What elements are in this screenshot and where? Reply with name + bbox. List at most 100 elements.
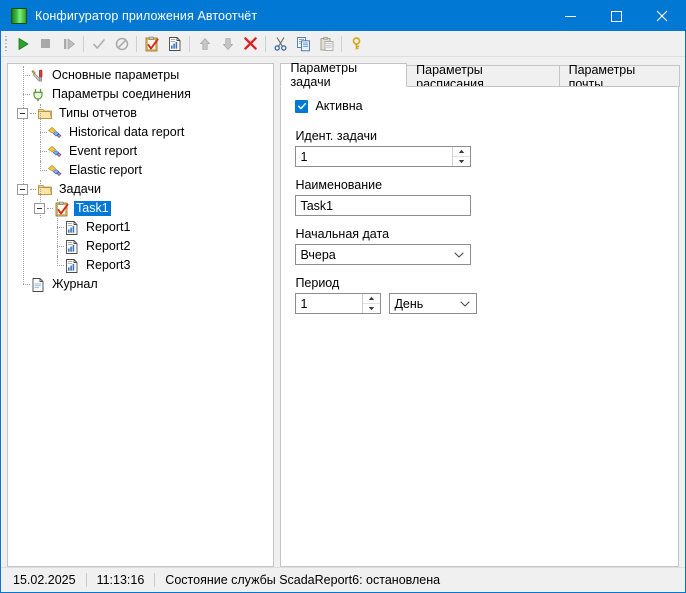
copy-button[interactable]	[292, 33, 315, 55]
report-document-icon	[64, 239, 80, 255]
toolbar	[1, 31, 685, 57]
move-up-button[interactable]	[193, 33, 216, 55]
task-id-stepper-buttons	[452, 147, 471, 166]
stepper-down-icon[interactable]	[453, 157, 471, 166]
period-controls-row: 1 День	[295, 293, 664, 314]
name-field: Наименование Task1	[295, 178, 664, 216]
tree-node-label: Report3	[86, 258, 131, 272]
window-controls	[547, 1, 685, 31]
gem-icon	[47, 125, 63, 141]
tree-node-tasks[interactable]: Задачи	[8, 180, 273, 199]
minimize-icon[interactable]	[547, 1, 593, 31]
tree-connector	[57, 265, 64, 266]
move-down-button[interactable]	[216, 33, 239, 55]
name-label: Наименование	[295, 178, 383, 192]
status-bar: 15.02.2025 11:13:16 Состояние службы Sca…	[1, 567, 685, 592]
tree-child-line	[57, 199, 58, 237]
delete-button[interactable]	[239, 33, 262, 55]
stepper-down-icon[interactable]	[363, 304, 381, 313]
status-time: 11:13:16	[96, 573, 145, 587]
tree-node-label: Типы отчетов	[59, 106, 137, 120]
tree-node-event-report[interactable]: Event report	[8, 142, 273, 161]
cut-button[interactable]	[269, 33, 292, 55]
tree-connector	[30, 189, 36, 190]
step-button[interactable]	[57, 33, 80, 55]
apply-button[interactable]	[87, 33, 110, 55]
name-input[interactable]: Task1	[295, 195, 472, 216]
tab-page-task-params: Активна Идент. задачи 1 Наименование Tas…	[280, 86, 679, 567]
chevron-down-icon[interactable]	[454, 251, 464, 258]
tree-connector	[40, 170, 47, 171]
tree-expander-collapse-icon[interactable]	[17, 108, 28, 119]
tab-task-params[interactable]: Параметры задачи	[280, 61, 408, 89]
tree-node-label: Журнал	[52, 277, 98, 291]
task-id-value[interactable]: 1	[296, 147, 452, 166]
tree-node-label: Report2	[86, 239, 131, 253]
tree-node-main-params[interactable]: Основные параметры	[8, 66, 273, 85]
tree-node-label: Задачи	[59, 182, 101, 196]
chevron-down-icon[interactable]	[460, 300, 470, 307]
start-date-label: Начальная дата	[295, 227, 390, 241]
tree-node-label: Параметры соединения	[52, 87, 191, 101]
tree-connector	[23, 75, 30, 76]
report-document-icon	[64, 220, 80, 236]
tree-node-report-types[interactable]: Типы отчетов	[8, 104, 273, 123]
app-window: Конфигуратор приложения Автоотчёт Основн…	[0, 0, 686, 593]
close-icon[interactable]	[639, 1, 685, 31]
tab-schedule-params[interactable]: Параметры расписания	[406, 63, 560, 91]
plug-icon	[30, 87, 46, 103]
tree-connector	[40, 151, 47, 152]
active-checkbox[interactable]	[295, 99, 309, 113]
tree-connector	[23, 94, 30, 95]
add-report-button[interactable]	[163, 33, 186, 55]
tree-node-report2[interactable]: Report2	[8, 237, 273, 256]
tree-node-historical-data-report[interactable]: Historical data report	[8, 104, 273, 142]
paste-button[interactable]	[315, 33, 338, 55]
tree-expander-collapse-icon[interactable]	[34, 203, 45, 214]
tab-mail-params[interactable]: Параметры почты	[558, 63, 680, 91]
period-value[interactable]: 1	[296, 294, 362, 313]
navigation-tree: Основные параметры Параметры соединения …	[8, 66, 273, 294]
period-stepper[interactable]: 1	[295, 293, 382, 314]
start-button[interactable]	[11, 33, 34, 55]
stepper-up-icon[interactable]	[453, 147, 471, 157]
start-date-field: Начальная дата Вчера	[295, 227, 664, 265]
tree-connector	[40, 132, 47, 133]
tree-node-label: Report1	[86, 220, 131, 234]
tab-label: Параметры задачи	[290, 61, 358, 89]
tree-node-report1[interactable]: Report1	[8, 199, 273, 237]
tree-node-report3[interactable]: Report3	[8, 256, 273, 275]
gem-icon	[47, 144, 63, 160]
tree-node-log[interactable]: Журнал	[8, 275, 273, 294]
toolbar-grip[interactable]	[3, 35, 9, 53]
tree-connector	[30, 113, 36, 114]
stepper-up-icon[interactable]	[363, 294, 381, 304]
maximize-icon[interactable]	[593, 1, 639, 31]
toolbar-separator	[265, 35, 266, 52]
period-stepper-buttons	[362, 294, 381, 313]
task-id-label: Идент. задачи	[295, 129, 378, 143]
gem-icon	[47, 163, 63, 179]
tree-node-task1[interactable]: Task1	[8, 180, 273, 218]
stop-square-icon[interactable]	[34, 33, 57, 55]
tree-node-elastic-report[interactable]: Elastic report	[8, 161, 273, 180]
details-panel: Параметры задачи Параметры расписания Па…	[280, 61, 680, 567]
period-unit-value: День	[394, 296, 424, 311]
active-checkbox-label: Активна	[315, 99, 363, 113]
status-date: 15.02.2025	[13, 573, 76, 587]
title-bar[interactable]: Конфигуратор приложения Автоотчёт	[1, 1, 685, 31]
navigation-tree-panel[interactable]: Основные параметры Параметры соединения …	[7, 63, 275, 567]
task-id-stepper[interactable]: 1	[295, 146, 472, 167]
add-task-button[interactable]	[140, 33, 163, 55]
toolbar-separator	[189, 35, 190, 52]
tools-icon	[30, 68, 46, 84]
cancel-button[interactable]	[110, 33, 133, 55]
tree-connector	[57, 227, 64, 228]
key-button[interactable]	[345, 33, 368, 55]
active-checkbox-row[interactable]: Активна	[295, 99, 664, 113]
start-date-combobox[interactable]: Вчера	[295, 244, 472, 265]
tree-node-label: Основные параметры	[52, 68, 180, 82]
period-unit-combobox[interactable]: День	[389, 293, 478, 314]
tree-node-connection-params[interactable]: Параметры соединения	[8, 85, 273, 104]
tree-expander-collapse-icon[interactable]	[17, 184, 28, 195]
